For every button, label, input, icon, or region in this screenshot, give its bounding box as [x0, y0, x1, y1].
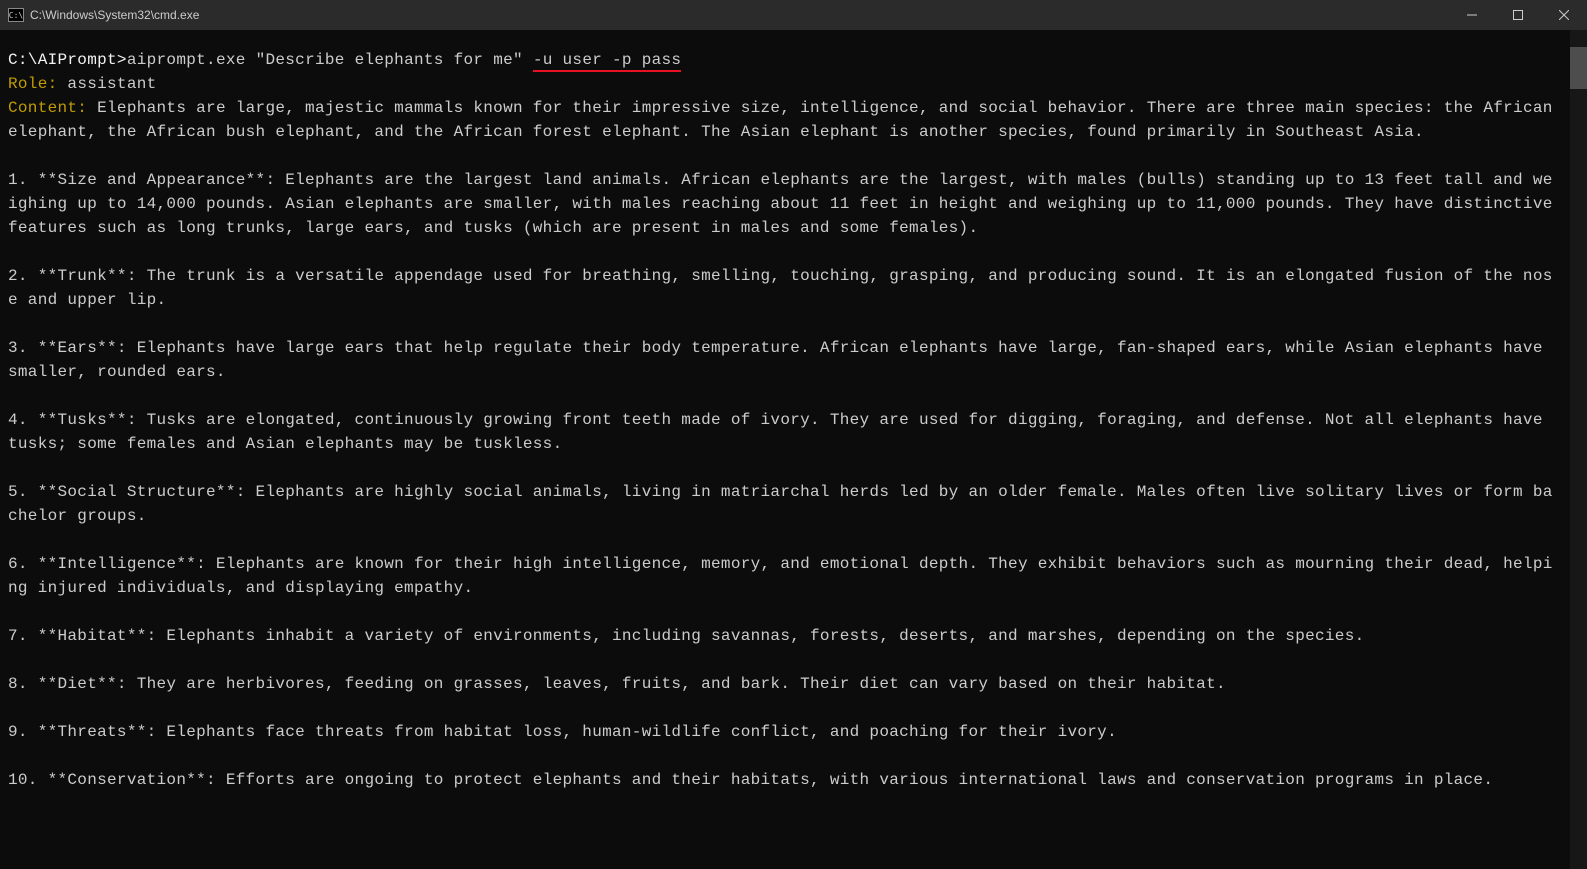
point-10: 10. **Conservation**: Efforts are ongoin… — [8, 768, 1562, 792]
blank — [8, 528, 1562, 552]
point-5: 5. **Social Structure**: Elephants are h… — [8, 480, 1562, 528]
blank — [8, 696, 1562, 720]
content-intro: Elephants are large, majestic mammals kn… — [8, 99, 1563, 141]
content-line: Content: Elephants are large, majestic m… — [8, 96, 1562, 144]
blank — [8, 600, 1562, 624]
titlebar-controls — [1449, 0, 1587, 30]
command-flags: -u user -p pass — [533, 51, 682, 72]
titlebar-title: C:\Windows\System32\cmd.exe — [30, 8, 199, 22]
content-label: Content: — [8, 99, 97, 117]
blank — [8, 144, 1562, 168]
maximize-icon — [1513, 10, 1523, 20]
minimize-button[interactable] — [1449, 0, 1495, 30]
maximize-button[interactable] — [1495, 0, 1541, 30]
vertical-scrollbar[interactable] — [1570, 30, 1587, 869]
point-3: 3. **Ears**: Elephants have large ears t… — [8, 336, 1562, 384]
blank — [8, 744, 1562, 768]
role-line: Role: assistant — [8, 72, 1562, 96]
point-8: 8. **Diet**: They are herbivores, feedin… — [8, 672, 1562, 696]
scrollbar-thumb[interactable] — [1570, 47, 1587, 89]
console-output[interactable]: C:\AIPrompt>aiprompt.exe "Describe eleph… — [0, 30, 1570, 869]
blank — [8, 240, 1562, 264]
close-icon — [1559, 10, 1569, 20]
command-exe: aiprompt.exe — [127, 51, 256, 69]
blank — [8, 312, 1562, 336]
point-2: 2. **Trunk**: The trunk is a versatile a… — [8, 264, 1562, 312]
close-button[interactable] — [1541, 0, 1587, 30]
point-4: 4. **Tusks**: Tusks are elongated, conti… — [8, 408, 1562, 456]
prompt-line: C:\AIPrompt>aiprompt.exe "Describe eleph… — [8, 48, 1562, 72]
console-area: C:\AIPrompt>aiprompt.exe "Describe eleph… — [0, 30, 1587, 869]
prompt-path: C:\AIPrompt> — [8, 51, 127, 69]
titlebar-left: C:\ C:\Windows\System32\cmd.exe — [8, 8, 199, 22]
point-6: 6. **Intelligence**: Elephants are known… — [8, 552, 1562, 600]
blank — [8, 384, 1562, 408]
point-1: 1. **Size and Appearance**: Elephants ar… — [8, 168, 1562, 240]
command-arg: "Describe elephants for me" — [256, 51, 533, 69]
window-titlebar: C:\ C:\Windows\System32\cmd.exe — [0, 0, 1587, 30]
minimize-icon — [1467, 10, 1477, 20]
point-9: 9. **Threats**: Elephants face threats f… — [8, 720, 1562, 744]
point-7: 7. **Habitat**: Elephants inhabit a vari… — [8, 624, 1562, 648]
role-value: assistant — [67, 75, 156, 93]
cmd-icon: C:\ — [8, 8, 24, 22]
role-label: Role: — [8, 75, 67, 93]
blank — [8, 456, 1562, 480]
blank — [8, 648, 1562, 672]
